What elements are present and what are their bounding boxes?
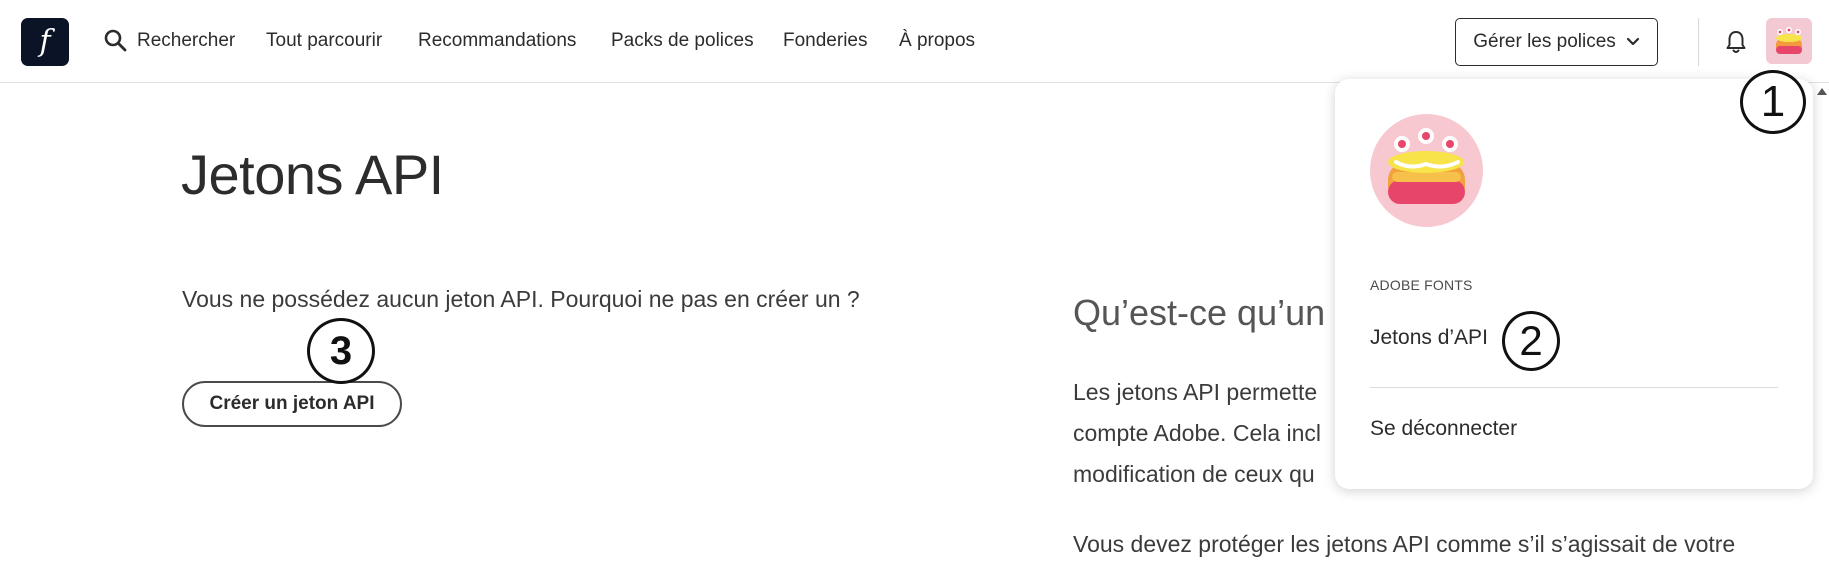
info-heading: Qu’est-ce qu’un bbox=[1073, 292, 1326, 333]
account-dropdown: ADOBE FONTS Jetons d’API Se déconnecter bbox=[1335, 79, 1813, 489]
annotation-step-3: 3 bbox=[307, 318, 375, 384]
menu-item-sign-out[interactable]: Se déconnecter bbox=[1370, 417, 1517, 441]
cake-avatar-icon bbox=[1776, 27, 1802, 54]
info-line-2: compte Adobe. Cela incl bbox=[1073, 420, 1322, 446]
info-line-1: Les jetons API permette bbox=[1073, 379, 1318, 405]
cake-avatar-icon bbox=[1388, 128, 1465, 204]
manage-fonts-button[interactable]: Gérer les polices bbox=[1455, 18, 1658, 66]
bell-icon[interactable] bbox=[1724, 29, 1748, 55]
manage-fonts-label: Gérer les polices bbox=[1473, 31, 1616, 52]
empty-tokens-message: Vous ne possédez aucun jeton API. Pourqu… bbox=[182, 286, 860, 312]
user-avatar-button[interactable] bbox=[1766, 18, 1812, 64]
annotation-step-1: 1 bbox=[1740, 70, 1806, 134]
nav-browse-all[interactable]: Tout parcourir bbox=[266, 30, 382, 52]
logo-letter: f bbox=[39, 24, 51, 59]
info-line-3: modification de ceux qu bbox=[1073, 461, 1315, 487]
profile-avatar bbox=[1370, 114, 1483, 227]
adobe-fonts-section-label: ADOBE FONTS bbox=[1370, 277, 1473, 293]
top-navigation: f Rechercher Tout parcourir Recommandati… bbox=[0, 0, 1829, 83]
nav-recommendations[interactable]: Recommandations bbox=[418, 30, 576, 52]
dropdown-divider bbox=[1370, 387, 1778, 388]
nav-search[interactable]: Rechercher bbox=[137, 30, 235, 52]
search-icon[interactable] bbox=[103, 28, 127, 52]
nav-font-packs[interactable]: Packs de polices bbox=[611, 30, 754, 52]
menu-item-api-tokens[interactable]: Jetons d’API bbox=[1370, 326, 1488, 350]
page-title: Jetons API bbox=[181, 143, 444, 206]
annotation-step-2: 2 bbox=[1502, 311, 1560, 371]
nav-about[interactable]: À propos bbox=[899, 30, 975, 52]
chevron-down-icon bbox=[1626, 37, 1639, 46]
scrollbar-up-arrow[interactable] bbox=[1817, 88, 1827, 95]
adobe-fonts-logo[interactable]: f bbox=[21, 18, 69, 66]
info-line-4: Vous devez protéger les jetons API comme… bbox=[1073, 531, 1736, 557]
nav-divider bbox=[1698, 18, 1699, 66]
nav-foundries[interactable]: Fonderies bbox=[783, 30, 868, 52]
create-api-token-button[interactable]: Créer un jeton API bbox=[182, 381, 402, 427]
